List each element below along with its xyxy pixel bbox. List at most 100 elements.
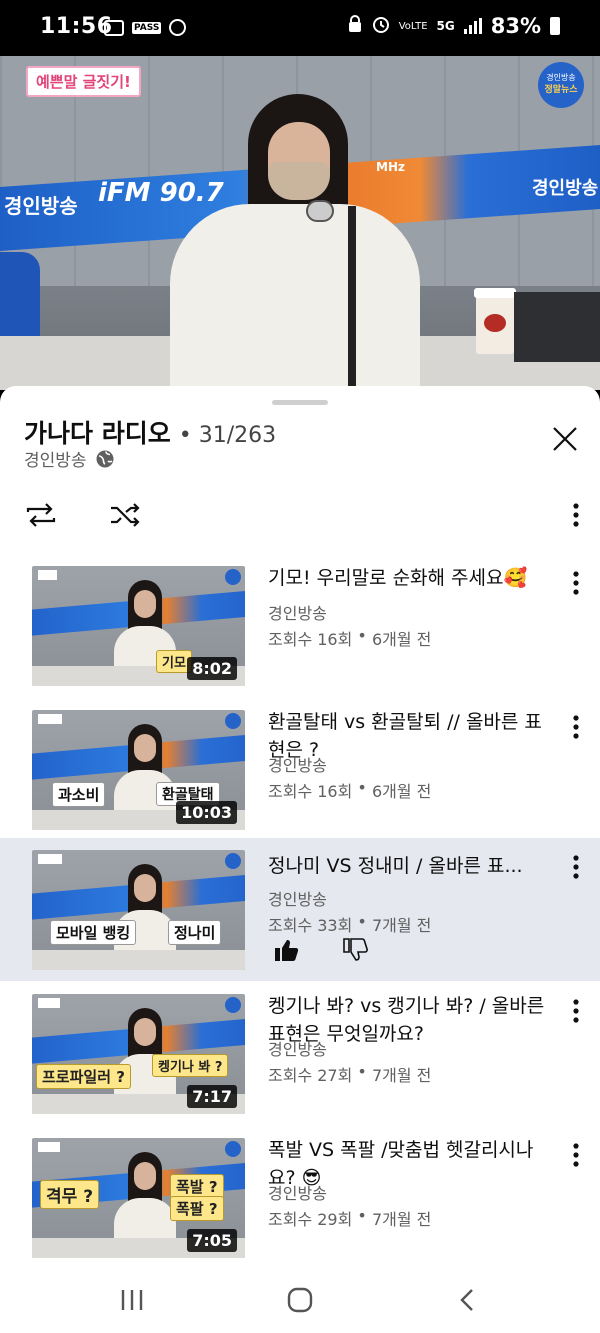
video-duration: 7:17 xyxy=(187,1085,237,1108)
video-channel: 경인방송 xyxy=(268,890,327,909)
sheet-drag-handle[interactable] xyxy=(272,400,328,405)
thumb-tag xyxy=(38,854,62,864)
sync-icon xyxy=(169,19,187,36)
like-icon[interactable] xyxy=(273,938,299,962)
thumb-caption: 모바일 뱅킹 xyxy=(50,920,137,945)
video-age: 7개월 전 xyxy=(371,916,432,935)
network-type-icon: 5G xyxy=(436,19,455,33)
thumb-tag xyxy=(38,1142,60,1152)
coffee-cup xyxy=(474,288,516,354)
loop-icon[interactable] xyxy=(24,500,58,530)
thumb-tag xyxy=(38,570,58,580)
video-title[interactable]: 정나미 VS 정내미 / 올바른 표... xyxy=(268,852,550,880)
video-more-icon[interactable] xyxy=(570,1140,582,1170)
video-more-icon[interactable] xyxy=(570,852,582,882)
playlist-separator: • xyxy=(178,423,192,448)
signal-icon xyxy=(463,18,482,34)
watermark-line1: 경인방송 xyxy=(546,73,576,82)
gallery-icon xyxy=(104,19,124,36)
playlist-title: 가나다 라디오 xyxy=(24,419,171,448)
back-icon[interactable] xyxy=(448,1286,488,1314)
video-views: 조회수 33회 xyxy=(268,916,353,935)
status-bar: 11:56 PASS VoLTE 5G 83% xyxy=(0,0,600,56)
video-views: 조회수 29회 xyxy=(268,1210,353,1229)
video-thumbnail[interactable]: 모바일 뱅킹 정나미 xyxy=(32,850,245,970)
playlist-index: 31/263 xyxy=(198,423,277,448)
battery-icon xyxy=(550,17,560,35)
volte-icon: VoLTE xyxy=(398,20,428,32)
video-more-icon[interactable] xyxy=(570,996,582,1026)
presenter xyxy=(160,94,430,390)
microphone xyxy=(306,200,334,222)
meta-separator: • xyxy=(352,1062,372,1081)
video-meta: 조회수 16회 • 6개월 전 xyxy=(268,778,431,802)
home-icon[interactable] xyxy=(280,1286,320,1314)
system-icons: VoLTE 5G 83% xyxy=(347,14,560,38)
meta-separator: • xyxy=(352,778,372,797)
channel-watermark: 경인방송 정말뉴스 xyxy=(538,62,584,108)
banner-left-text: 경인방송 xyxy=(4,194,78,218)
video-thumbnail[interactable]: 프로파일러 ? 켕기나 봐 ? 7:17 xyxy=(32,994,245,1114)
thumb-caption-2: 정나미 xyxy=(168,920,222,945)
close-icon[interactable] xyxy=(550,424,580,454)
playlist-item[interactable]: 격무 ? 폭발 ? 폭팔 ? 7:05 폭발 VS 폭팔 /맞춤법 헷갈리시나요… xyxy=(0,1114,600,1258)
playlist-sheet: 가나다 라디오 • 31/263 경인방송 기모 8:02 기모! 우리말로 순… xyxy=(0,386,600,1266)
video-channel: 경인방송 xyxy=(268,1040,327,1059)
video-player[interactable]: 경인방송 iFM 90.7 MHz 경인방송 예쁜말 글짓기! 경인방송 정말뉴… xyxy=(0,56,600,390)
playlist-channel-row[interactable]: 경인방송 xyxy=(24,446,115,471)
video-views: 조회수 16회 xyxy=(268,630,353,649)
shuffle-icon[interactable] xyxy=(108,500,142,530)
dislike-icon[interactable] xyxy=(342,938,368,962)
video-more-icon[interactable] xyxy=(570,568,582,598)
thumb-tag xyxy=(38,998,60,1008)
banner-right-text: 경인방송 xyxy=(532,178,599,199)
video-views: 조회수 16회 xyxy=(268,782,353,801)
audio-console xyxy=(514,292,600,362)
video-age: 7개월 전 xyxy=(371,1210,432,1229)
playlist-item-current[interactable]: 모바일 뱅킹 정나미 정나미 VS 정내미 / 올바른 표... 경인방송 조회… xyxy=(0,838,600,981)
thumb-caption-2: 켕기나 봐 ? xyxy=(152,1054,229,1077)
video-channel: 경인방송 xyxy=(268,604,327,623)
meta-separator: • xyxy=(352,1206,372,1225)
video-more-icon[interactable] xyxy=(570,712,582,742)
thumb-tag xyxy=(38,714,62,724)
video-thumbnail[interactable]: 기모 8:02 xyxy=(32,566,245,686)
pass-icon: PASS xyxy=(132,21,162,34)
mic-stand xyxy=(348,206,356,390)
system-nav-bar xyxy=(0,1266,600,1333)
meta-separator: • xyxy=(352,626,372,645)
playlist-position: • 31/263 xyxy=(179,423,276,448)
video-thumbnail[interactable]: 격무 ? 폭발 ? 폭팔 ? 7:05 xyxy=(32,1138,245,1258)
video-duration: 10:03 xyxy=(176,801,237,824)
video-channel: 경인방송 xyxy=(268,756,327,775)
video-title[interactable]: 기모! 우리말로 순화해 주세요🥰 xyxy=(268,564,550,592)
alarm-icon xyxy=(372,15,390,37)
video-age: 6개월 전 xyxy=(371,630,432,649)
video-age: 6개월 전 xyxy=(371,782,432,801)
thumb-caption: 과소비 xyxy=(52,782,106,807)
playlist-channel[interactable]: 경인방송 xyxy=(24,446,87,471)
video-meta: 조회수 16회 • 6개월 전 xyxy=(268,626,431,650)
playlist-item[interactable]: 프로파일러 ? 켕기나 봐 ? 7:17 켕기나 봐? vs 캥기나 봐? / … xyxy=(0,970,600,1114)
playlist-header: 가나다 라디오 • 31/263 xyxy=(24,414,276,450)
video-thumbnail[interactable]: 과소비 환골탈태 10:03 xyxy=(32,710,245,830)
globe-icon xyxy=(96,450,114,467)
thumb-caption: 격무 ? xyxy=(40,1180,100,1209)
watermark-line2: 정말뉴스 xyxy=(544,85,578,95)
playlist-item[interactable]: 과소비 환골탈태 10:03 환골탈태 vs 환골탈퇴 // 올바른 표현은 ?… xyxy=(0,686,600,830)
meta-separator: • xyxy=(352,912,372,931)
lock-icon xyxy=(347,15,363,37)
video-duration: 7:05 xyxy=(187,1229,237,1252)
video-corner-tag: 예쁜말 글짓기! xyxy=(26,66,141,97)
recent-apps-icon[interactable] xyxy=(112,1286,152,1314)
video-age: 7개월 전 xyxy=(371,1066,432,1085)
clock: 11:56 xyxy=(40,14,113,39)
playlist-controls xyxy=(24,500,142,530)
thumb-caption-3: 폭팔 ? xyxy=(170,1196,224,1221)
thumb-caption: 프로파일러 ? xyxy=(36,1064,131,1089)
playlist-item[interactable]: 기모 8:02 기모! 우리말로 순화해 주세요🥰 경인방송 조회수 16회 •… xyxy=(0,542,600,686)
video-duration: 8:02 xyxy=(187,657,237,680)
playlist-more-icon[interactable] xyxy=(570,500,582,530)
video-channel: 경인방송 xyxy=(268,1184,327,1203)
battery-percent: 83% xyxy=(490,14,541,38)
